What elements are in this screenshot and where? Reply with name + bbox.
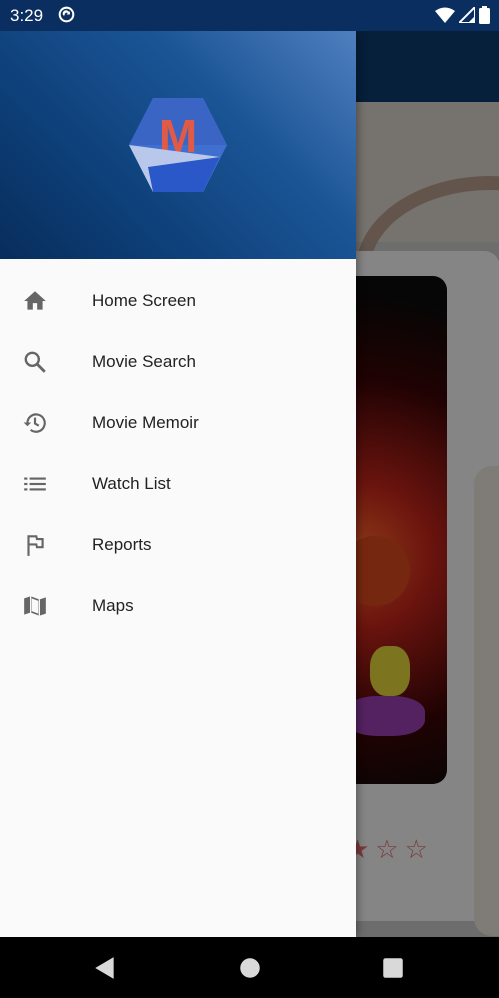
list-icon — [22, 471, 48, 497]
menu-item-movie-memoir[interactable]: Movie Memoir — [0, 392, 356, 453]
back-icon[interactable] — [92, 955, 118, 981]
system-nav-bar — [0, 937, 499, 998]
menu-item-reports[interactable]: Reports — [0, 514, 356, 575]
home-circle-icon[interactable] — [237, 955, 263, 981]
sync-icon — [58, 6, 75, 23]
menu-item-home-screen[interactable]: Home Screen — [0, 270, 356, 331]
menu-item-label: Reports — [92, 534, 152, 554]
menu-item-label: Maps — [92, 595, 134, 615]
wifi-icon — [435, 7, 455, 23]
menu-item-label: Home Screen — [92, 290, 196, 310]
status-bar: 3:29 — [0, 0, 499, 31]
app-logo: M — [129, 98, 227, 192]
recents-icon[interactable] — [380, 955, 406, 981]
map-icon — [22, 593, 48, 619]
menu-item-movie-search[interactable]: Movie Search — [0, 331, 356, 392]
menu-item-label: Movie Memoir — [92, 412, 199, 432]
menu-item-label: Watch List — [92, 473, 171, 493]
menu-item-label: Movie Search — [92, 351, 196, 371]
navigation-drawer: M Home Screen Movie Search Movie Memoir — [0, 31, 356, 937]
status-icons — [435, 6, 490, 24]
flag-icon — [22, 532, 48, 558]
menu-item-watch-list[interactable]: Watch List — [0, 453, 356, 514]
drawer-menu: Home Screen Movie Search Movie Memoir Wa… — [0, 270, 356, 636]
history-icon — [22, 410, 48, 436]
menu-item-maps[interactable]: Maps — [0, 575, 356, 636]
signal-icon — [459, 7, 475, 23]
battery-icon — [479, 6, 490, 24]
drawer-header: M — [0, 31, 356, 259]
home-icon — [22, 288, 48, 314]
search-icon — [22, 349, 48, 375]
status-time: 3:29 — [10, 6, 44, 25]
